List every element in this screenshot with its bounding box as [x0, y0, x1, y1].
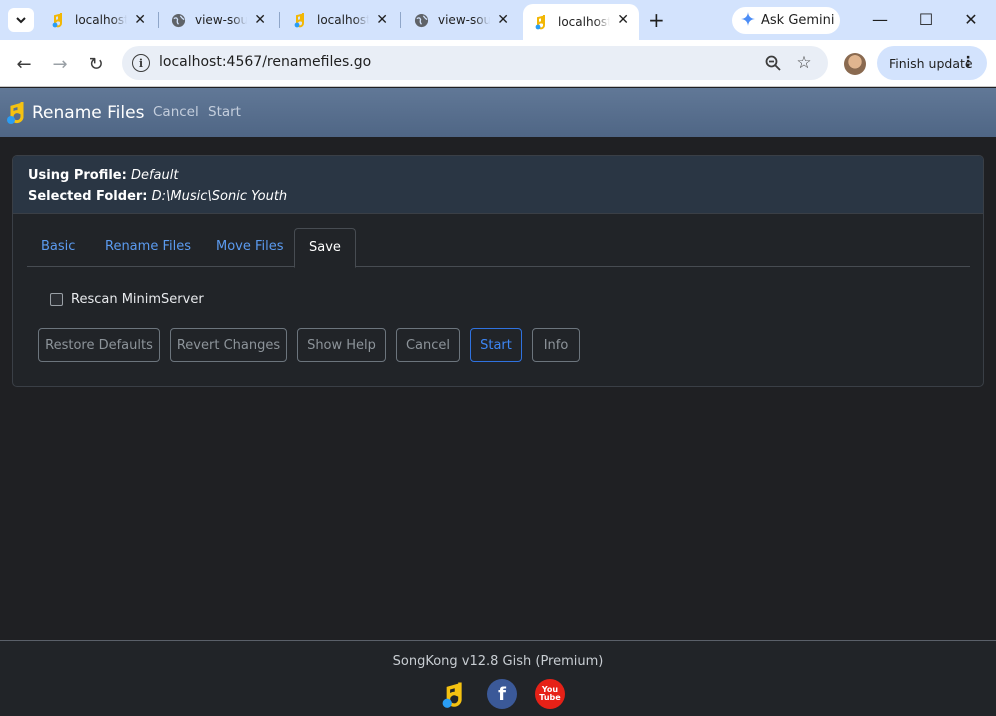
- close-tab-icon[interactable]: ✕: [376, 12, 388, 28]
- browser-toolbar: ← → ↻ i localhost:4567/renamefiles.go ☆ …: [0, 40, 996, 87]
- songkong-logo: [7, 102, 24, 124]
- address-bar[interactable]: i localhost:4567/renamefiles.go ☆: [122, 46, 828, 80]
- page-footer: SongKong v12.8 Gish (Premium) f You Tube: [0, 640, 996, 716]
- reload-icon[interactable]: ↻: [84, 52, 108, 76]
- gemini-sparkle-icon: [741, 11, 755, 30]
- zoom-icon[interactable]: [763, 53, 783, 73]
- close-window-icon[interactable]: ✕: [961, 10, 981, 30]
- songkong-favicon: [533, 14, 549, 30]
- app-navbar: Rename Files Cancel Start: [0, 88, 996, 137]
- tab-title: view-sour: [195, 13, 247, 27]
- close-tab-icon[interactable]: ✕: [254, 12, 266, 28]
- nav-start-link[interactable]: Start: [208, 104, 241, 120]
- profile-line: Using Profile: Default: [28, 165, 983, 186]
- tab-save[interactable]: Save: [294, 228, 356, 268]
- songkong-link-icon[interactable]: [438, 679, 468, 709]
- tab-search-button[interactable]: [8, 8, 34, 32]
- tab-title: localhost: [317, 13, 369, 27]
- songkong-favicon: [292, 12, 308, 28]
- profile-label: Using Profile:: [28, 168, 127, 183]
- back-arrow-icon[interactable]: ←: [12, 52, 36, 76]
- songkong-favicon: [50, 12, 66, 28]
- tab-title: localhost: [558, 15, 610, 29]
- more-menu-icon[interactable]: ⋮: [961, 54, 975, 70]
- rescan-minimserver-option[interactable]: Rescan MinimServer: [50, 292, 204, 307]
- close-tab-icon[interactable]: ✕: [497, 12, 509, 28]
- finish-update-button[interactable]: Finish update ⋮: [877, 46, 987, 80]
- browser-tab-4[interactable]: view-sour ✕: [403, 6, 519, 34]
- close-tab-icon[interactable]: ✕: [134, 12, 146, 28]
- folder-value: D:\Music\Sonic Youth: [151, 189, 288, 204]
- tab-rename-files[interactable]: Rename Files: [91, 228, 205, 267]
- version-text: SongKong v12.8 Gish (Premium): [392, 654, 604, 669]
- maximize-icon[interactable]: ☐: [916, 10, 936, 30]
- close-tab-icon[interactable]: ✕: [617, 12, 629, 28]
- tab-title: view-sour: [438, 13, 490, 27]
- ask-gemini-label: Ask Gemini: [761, 13, 835, 28]
- browser-tab-3[interactable]: localhost ✕: [282, 6, 398, 34]
- settings-panel: Using Profile: Default Selected Folder: …: [12, 155, 984, 387]
- panel-header: Using Profile: Default Selected Folder: …: [13, 156, 983, 214]
- browser-tab-2[interactable]: view-sour ✕: [160, 6, 276, 34]
- page-title: Rename Files: [32, 103, 145, 123]
- rescan-minimserver-label[interactable]: Rescan MinimServer: [71, 292, 204, 307]
- info-button[interactable]: Info: [532, 328, 580, 362]
- start-button[interactable]: Start: [470, 328, 522, 362]
- tab-divider: [158, 12, 159, 28]
- tab-title: localhost: [75, 13, 127, 27]
- rescan-minimserver-checkbox[interactable]: [50, 293, 63, 306]
- youtube-icon[interactable]: You Tube: [535, 679, 565, 709]
- facebook-icon[interactable]: f: [487, 679, 517, 709]
- settings-tabs: Basic Rename Files Move Files Save: [27, 228, 970, 268]
- browser-tabstrip: localhost ✕ view-sour ✕ localhost ✕ view…: [0, 0, 996, 40]
- globe-icon: [413, 12, 429, 28]
- bookmark-star-icon[interactable]: ☆: [794, 53, 814, 73]
- tab-basic[interactable]: Basic: [27, 228, 89, 267]
- browser-tab-active[interactable]: localhost ✕: [523, 4, 639, 40]
- tab-divider: [400, 12, 401, 28]
- browser-tab-1[interactable]: localhost ✕: [40, 6, 156, 34]
- globe-icon: [170, 12, 186, 28]
- nav-cancel-link[interactable]: Cancel: [153, 104, 199, 120]
- profile-value: Default: [130, 168, 179, 183]
- tab-divider: [279, 12, 280, 28]
- youtube-text-bottom: Tube: [539, 693, 561, 702]
- tab-move-files[interactable]: Move Files: [202, 228, 298, 267]
- url-text[interactable]: localhost:4567/renamefiles.go: [159, 54, 371, 70]
- minimize-icon[interactable]: —: [870, 10, 890, 30]
- new-tab-button[interactable]: +: [648, 10, 665, 30]
- revert-changes-button[interactable]: Revert Changes: [170, 328, 287, 362]
- folder-label: Selected Folder:: [28, 189, 148, 204]
- cancel-button[interactable]: Cancel: [396, 328, 460, 362]
- restore-defaults-button[interactable]: Restore Defaults: [38, 328, 160, 362]
- folder-line: Selected Folder: D:\Music\Sonic Youth: [28, 186, 983, 207]
- ask-gemini-button[interactable]: Ask Gemini: [732, 7, 840, 34]
- show-help-button[interactable]: Show Help: [297, 328, 386, 362]
- profile-avatar[interactable]: [844, 53, 866, 75]
- chevron-down-icon: [16, 16, 26, 23]
- forward-arrow-icon[interactable]: →: [48, 52, 72, 76]
- site-info-icon[interactable]: i: [132, 54, 150, 72]
